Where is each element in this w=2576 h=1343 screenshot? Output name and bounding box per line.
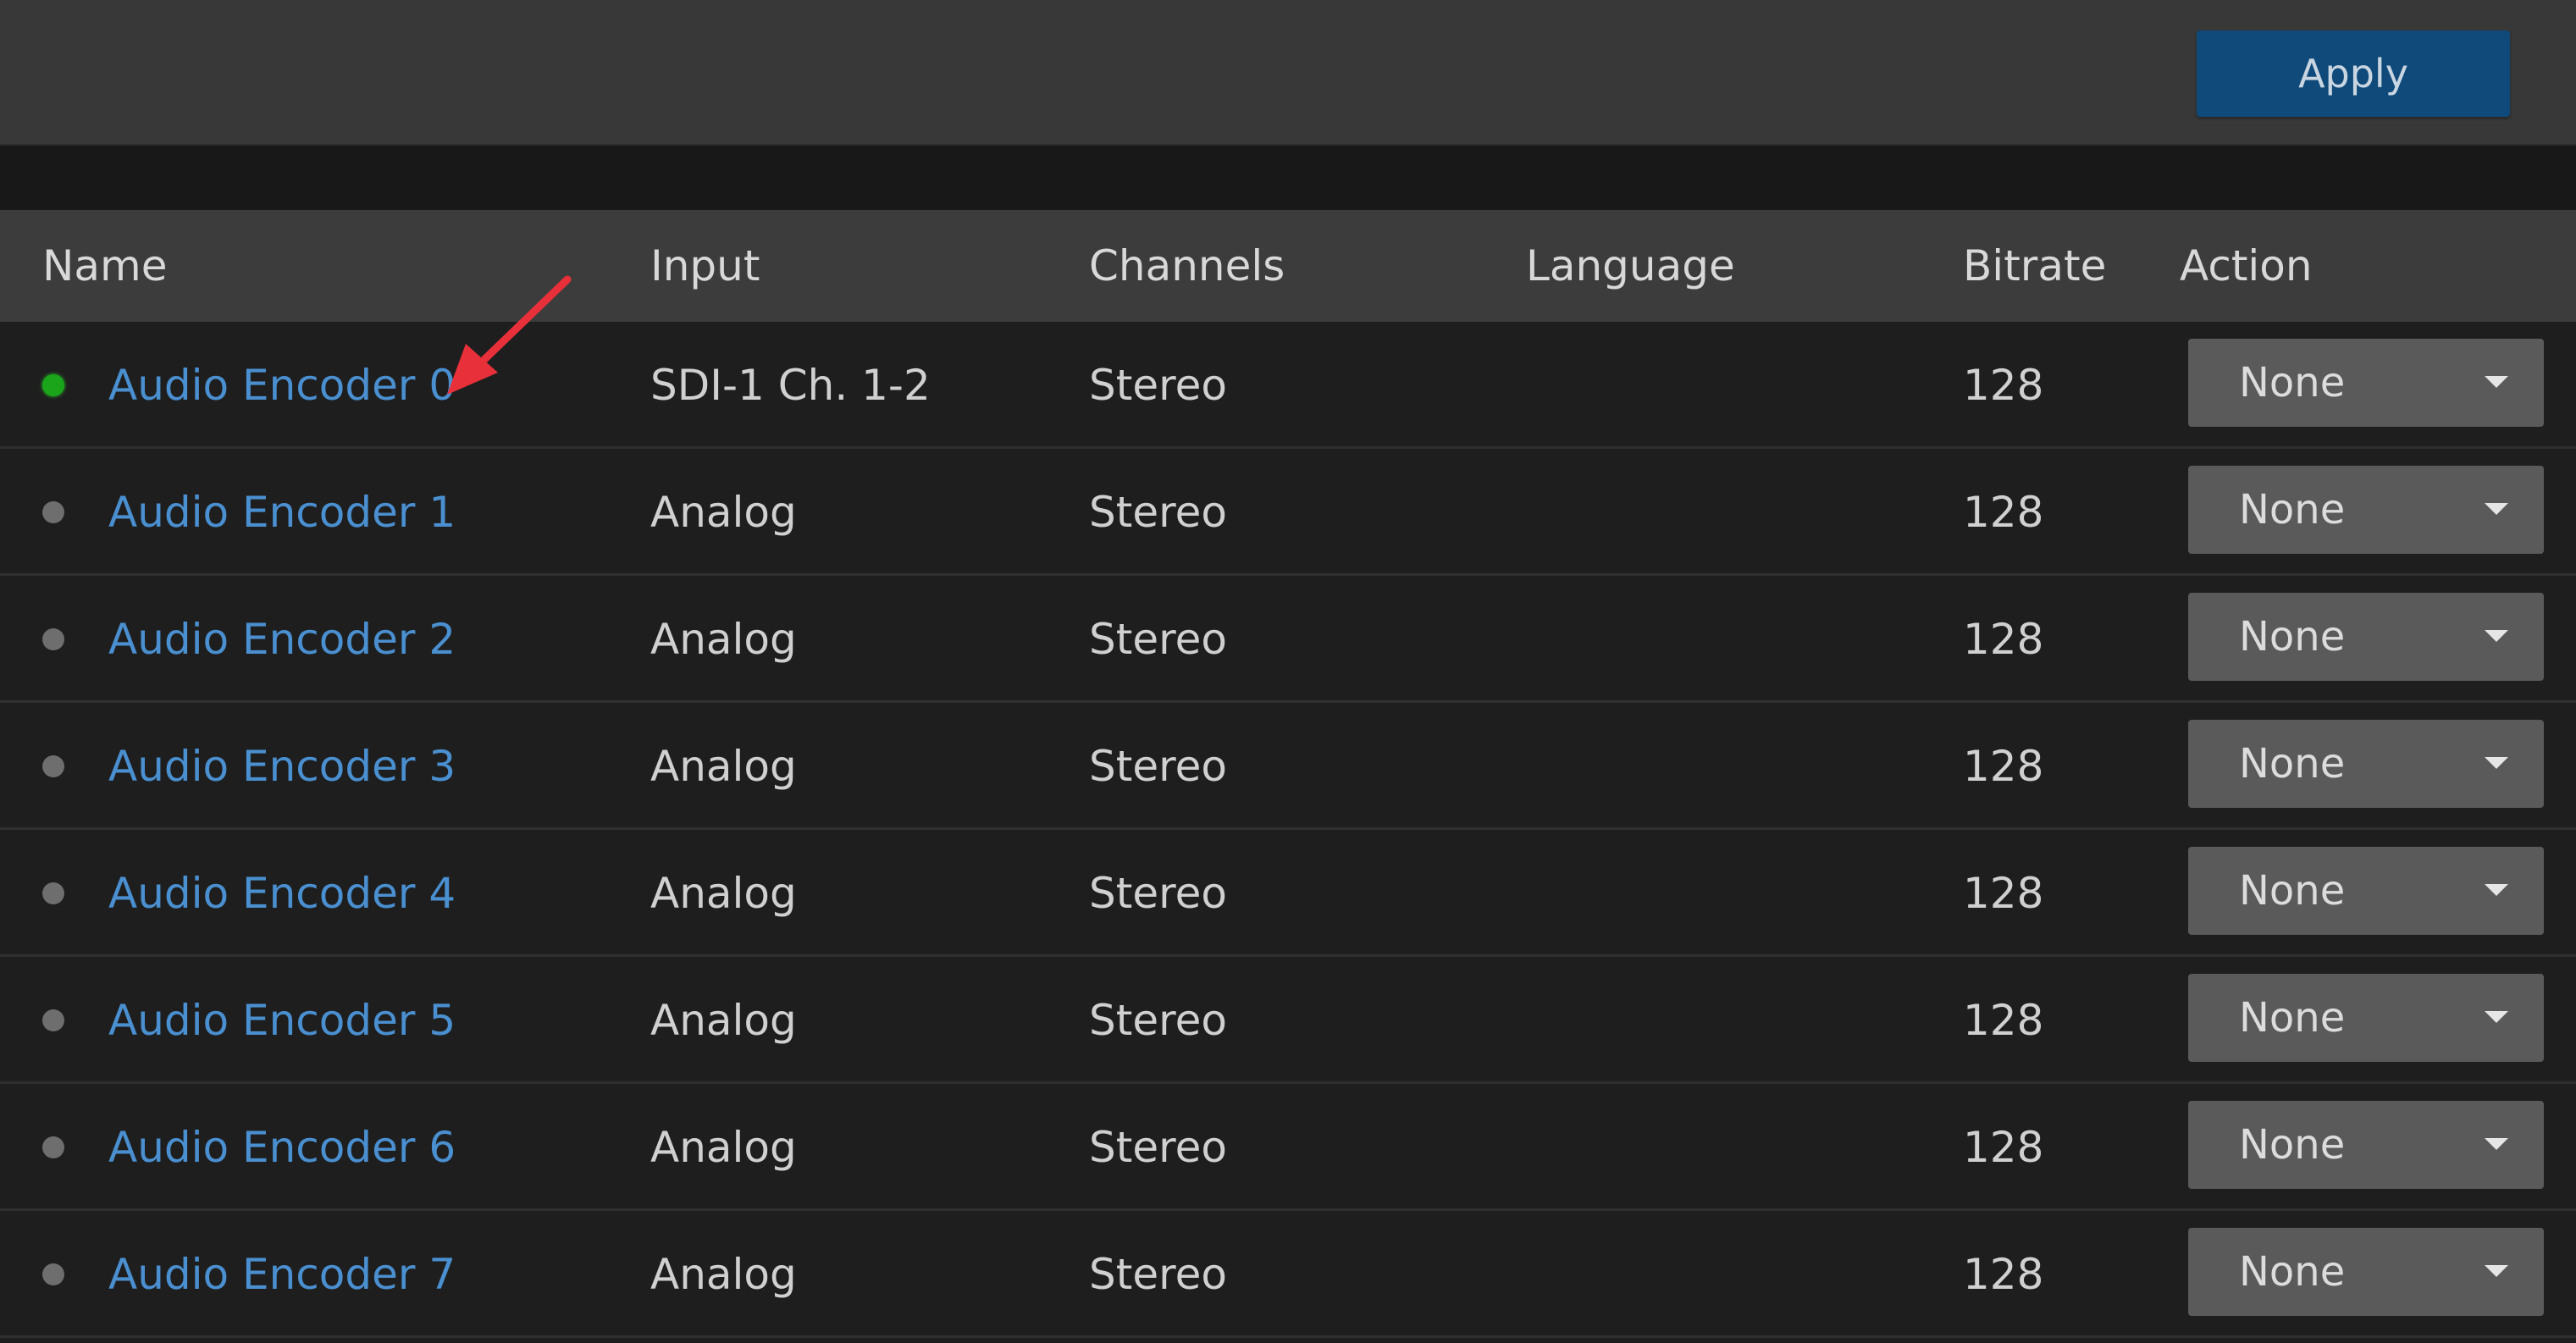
cell-name: Audio Encoder 1 [108,449,456,576]
chevron-down-icon [2485,1011,2508,1023]
action-select[interactable]: None [2188,466,2544,554]
cell-bitrate: 128 [1963,1250,2044,1299]
action-select-value: None [2239,740,2346,788]
chevron-down-icon [2485,884,2508,896]
cell-input: Analog [650,488,797,537]
cell-channels: Stereo [1089,361,1227,410]
cell-channels: Stereo [1089,1123,1227,1172]
encoder-name-link[interactable]: Audio Encoder 1 [108,488,456,537]
action-select-value: None [2239,359,2346,406]
table-row: Audio Encoder 1 Analog Stereo 128 None [0,449,2576,576]
table-row: Audio Encoder 0 SDI-1 Ch. 1-2 Stereo 128 Non… [0,322,2576,449]
chevron-down-icon [2485,376,2508,388]
action-select[interactable]: None [2188,339,2544,427]
cell-channels: Stereo [1089,615,1227,664]
chevron-down-icon [2485,1138,2508,1150]
cell-channels: Stereo [1089,742,1227,791]
cell-name: Audio Encoder 2 [108,576,456,703]
status-indicator-icon [42,374,64,396]
action-select[interactable]: None [2188,593,2544,681]
encoder-name-link[interactable]: Audio Encoder 4 [108,869,456,918]
status-indicator-icon [42,1009,64,1031]
cell-input: Analog [650,1250,797,1299]
table-header: Name Input Channels Language Bitrate Act… [0,210,2576,322]
cell-input: Analog [650,996,797,1045]
action-select[interactable]: None [2188,1101,2544,1189]
cell-bitrate: 128 [1963,1123,2044,1172]
action-select[interactable]: None [2188,974,2544,1062]
cell-input: Analog [650,1123,797,1172]
column-header-channels: Channels [1089,241,1285,290]
cell-bitrate: 128 [1963,615,2044,664]
encoder-table-body: Audio Encoder 0 SDI-1 Ch. 1-2 Stereo 128 Non… [0,322,2576,1338]
column-header-bitrate: Bitrate [1963,241,2107,290]
cell-bitrate: 128 [1963,361,2044,410]
top-toolbar: Apply [0,0,2576,146]
column-header-action: Action [2180,241,2313,290]
cell-bitrate: 128 [1963,488,2044,537]
status-indicator-icon [42,882,64,904]
action-select-value: None [2239,1248,2346,1296]
table-row: Audio Encoder 2 Analog Stereo 128 None [0,576,2576,703]
cell-input: SDI-1 Ch. 1-2 [650,361,931,410]
status-indicator-icon [42,1263,64,1285]
cell-name: Audio Encoder 7 [108,1211,456,1338]
encoder-name-link[interactable]: Audio Encoder 3 [108,742,456,791]
cell-bitrate: 128 [1963,742,2044,791]
chevron-down-icon [2485,757,2508,769]
cell-name: Audio Encoder 5 [108,957,456,1084]
status-indicator-icon [42,501,64,523]
action-select[interactable]: None [2188,1228,2544,1316]
encoder-name-link[interactable]: Audio Encoder 2 [108,615,456,664]
cell-channels: Stereo [1089,996,1227,1045]
column-header-name: Name [42,241,168,290]
cell-name: Audio Encoder 6 [108,1084,456,1211]
encoder-name-link[interactable]: Audio Encoder 6 [108,1123,456,1172]
table-row: Audio Encoder 3 Analog Stereo 128 None [0,703,2576,830]
cell-input: Analog [650,869,797,918]
table-row: Audio Encoder 5 Analog Stereo 128 None [0,957,2576,1084]
chevron-down-icon [2485,630,2508,642]
cell-input: Analog [650,742,797,791]
status-indicator-icon [42,1136,64,1158]
column-header-input: Input [650,241,760,290]
cell-name: Audio Encoder 4 [108,830,456,957]
chevron-down-icon [2485,1265,2508,1277]
encoder-name-link[interactable]: Audio Encoder 0 [108,361,456,410]
table-row: Audio Encoder 4 Analog Stereo 128 None [0,830,2576,957]
audio-encoders-page: Apply Name Input Channels Language Bitra… [0,0,2576,1343]
apply-button[interactable]: Apply [2197,30,2510,117]
action-select-value: None [2239,867,2346,915]
toolbar-separator [0,146,2576,210]
cell-name: Audio Encoder 3 [108,703,456,830]
encoder-name-link[interactable]: Audio Encoder 7 [108,1250,456,1299]
encoder-name-link[interactable]: Audio Encoder 5 [108,996,456,1045]
cell-channels: Stereo [1089,1250,1227,1299]
status-indicator-icon [42,755,64,777]
action-select-value: None [2239,994,2346,1042]
cell-bitrate: 128 [1963,996,2044,1045]
chevron-down-icon [2485,503,2508,515]
table-row: Audio Encoder 7 Analog Stereo 128 None [0,1211,2576,1338]
cell-bitrate: 128 [1963,869,2044,918]
action-select-value: None [2239,613,2346,660]
cell-name: Audio Encoder 0 [108,322,456,449]
cell-channels: Stereo [1089,488,1227,537]
cell-channels: Stereo [1089,869,1227,918]
action-select[interactable]: None [2188,720,2544,808]
action-select[interactable]: None [2188,847,2544,935]
action-select-value: None [2239,486,2346,533]
column-header-language: Language [1526,241,1735,290]
status-indicator-icon [42,628,64,650]
cell-input: Analog [650,615,797,664]
action-select-value: None [2239,1121,2346,1169]
table-row: Audio Encoder 6 Analog Stereo 128 None [0,1084,2576,1211]
